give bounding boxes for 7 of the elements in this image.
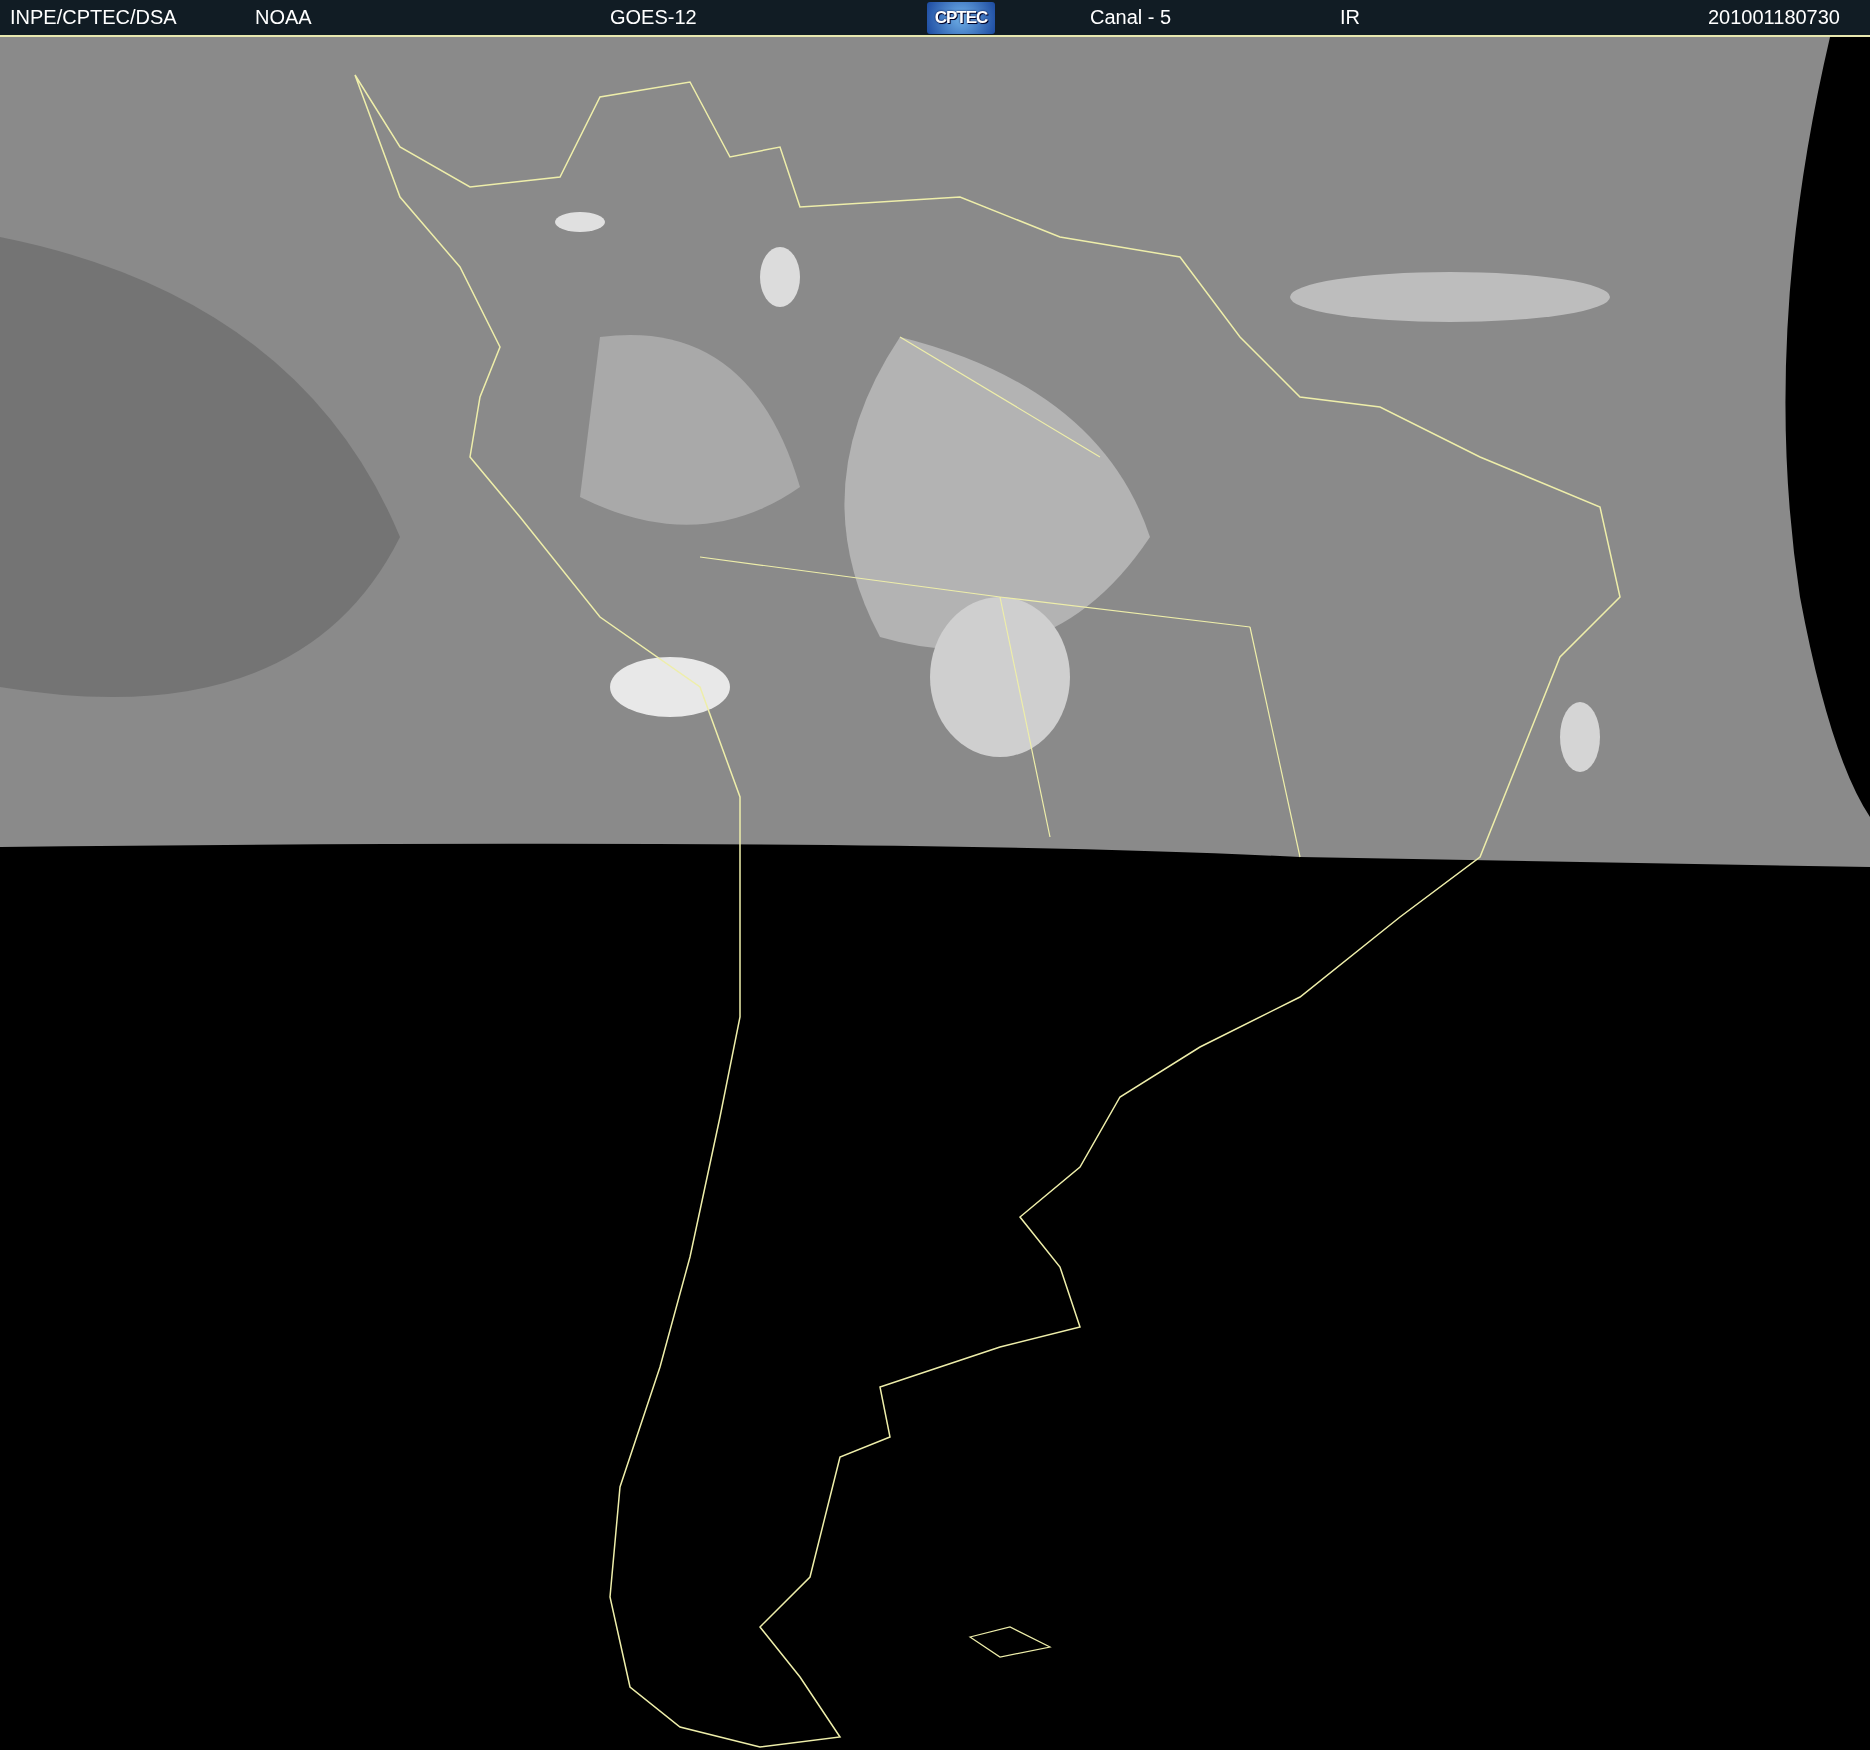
header-label: GOES-12 [610, 6, 698, 29]
header-label: NOAA [255, 6, 313, 29]
header-label: IR [1340, 6, 1361, 29]
header-label: Canal - 5 [1090, 6, 1173, 29]
header-label: 201001180730 [1708, 6, 1840, 29]
logo: CPTEC [927, 1, 995, 34]
header-label: INPE/CPTEC/DSA [10, 6, 178, 29]
